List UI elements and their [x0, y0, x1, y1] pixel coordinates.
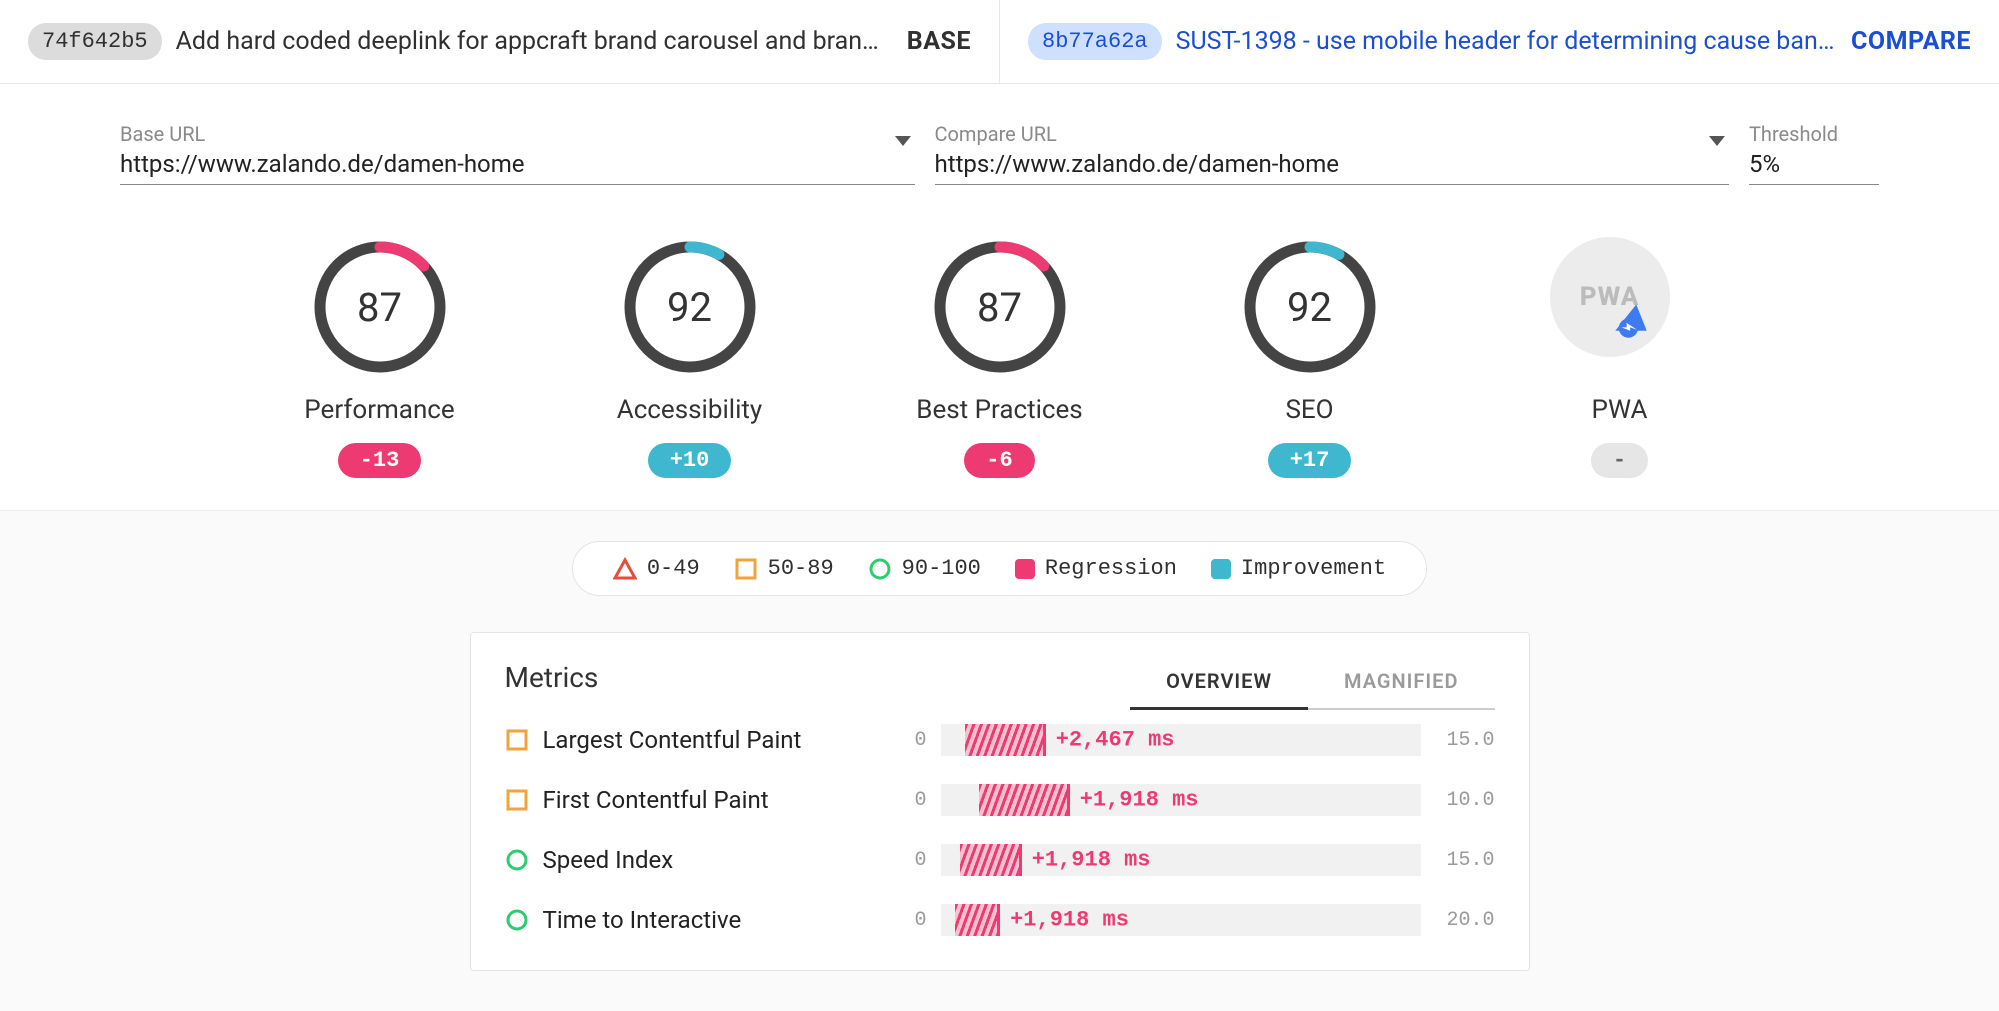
- url-row: Base URL https://www.zalando.de/damen-ho…: [0, 84, 1999, 197]
- metric-axis-min: 0: [867, 909, 927, 932]
- metric-rows: Largest Contentful Paint 0 +2,467 ms 15.0 Fi…: [505, 710, 1495, 950]
- compare-side: 8b77a62a SUST-1398 - use mobile header f…: [1000, 0, 1999, 83]
- gauge-ring: 87: [930, 237, 1070, 377]
- metric-row[interactable]: Largest Contentful Paint 0 +2,467 ms 15.0: [505, 710, 1495, 770]
- gauge-title: Performance: [304, 395, 454, 425]
- chevron-down-icon: [1709, 136, 1725, 146]
- metric-bar: +1,918 ms: [941, 904, 1421, 936]
- gauge-ring: 87: [310, 237, 450, 377]
- score-legend: 0-49 50-89 90-100 Regression Improvement: [572, 541, 1427, 596]
- threshold-label: Threshold: [1749, 122, 1879, 146]
- improvement-swatch-icon: [1211, 559, 1231, 579]
- gauge-delta: -: [1591, 443, 1648, 478]
- gauge-delta: -13: [338, 443, 422, 478]
- compare-role-label[interactable]: COMPARE: [1851, 27, 1971, 56]
- legend-improvement: Improvement: [1211, 556, 1386, 581]
- tab-overview[interactable]: OVERVIEW: [1130, 661, 1308, 710]
- gauge-ring: 92: [1240, 237, 1380, 377]
- chevron-down-icon: [895, 136, 911, 146]
- metrics-panel: Metrics OVERVIEW MAGNIFIED Largest Conte…: [470, 632, 1530, 971]
- gauge-title: SEO: [1285, 395, 1333, 425]
- legend-and-metrics: 0-49 50-89 90-100 Regression Improvement…: [0, 510, 1999, 1011]
- metric-row[interactable]: Speed Index 0 +1,918 ms 15.0: [505, 830, 1495, 890]
- metric-delta-label: +2,467 ms: [1056, 728, 1175, 753]
- base-commit-message: Add hard coded deeplink for appcraft bra…: [176, 27, 893, 56]
- compare-url-label: Compare URL: [935, 122, 1730, 146]
- compare-url-select[interactable]: Compare URL https://www.zalando.de/damen…: [935, 122, 1730, 185]
- gauge-title: Best Practices: [916, 395, 1082, 425]
- compare-topbar: 74f642b5 Add hard coded deeplink for app…: [0, 0, 1999, 84]
- compare-hash[interactable]: 8b77a62a: [1028, 23, 1162, 60]
- metric-diff-region: [960, 844, 1022, 876]
- metric-axis-max: 15.0: [1435, 729, 1495, 752]
- legend-good: 90-100: [868, 556, 981, 581]
- metric-delta-label: +1,918 ms: [1010, 908, 1129, 933]
- metric-axis-max: 20.0: [1435, 909, 1495, 932]
- gauge-seo[interactable]: 92 SEO +17: [1210, 237, 1410, 478]
- gauge-pwa[interactable]: PWA PWA -: [1520, 237, 1720, 478]
- compare-url-value: https://www.zalando.de/damen-home: [935, 150, 1730, 178]
- metric-axis-min: 0: [867, 729, 927, 752]
- gauge-ring: PWA: [1550, 237, 1690, 377]
- base-role-label: BASE: [907, 27, 971, 56]
- metric-delta-label: +1,918 ms: [1032, 848, 1151, 873]
- triangle-icon: [613, 557, 637, 581]
- gauge-a11y[interactable]: 92 Accessibility +10: [590, 237, 790, 478]
- gauge-score: 92: [1240, 237, 1380, 377]
- legend-mid: 50-89: [734, 556, 834, 581]
- bolt-icon: [1610, 301, 1652, 343]
- metric-axis-max: 15.0: [1435, 849, 1495, 872]
- metric-diff-region: [979, 784, 1070, 816]
- base-side: 74f642b5 Add hard coded deeplink for app…: [0, 0, 999, 83]
- grade-icon: [505, 848, 529, 872]
- gauge-performance[interactable]: 87 Performance -13: [280, 237, 480, 478]
- base-hash[interactable]: 74f642b5: [28, 23, 162, 60]
- metric-row[interactable]: Time to Interactive 0 +1,918 ms 20.0: [505, 890, 1495, 950]
- metric-name: First Contentful Paint: [543, 786, 853, 814]
- circle-icon: [868, 557, 892, 581]
- base-url-select[interactable]: Base URL https://www.zalando.de/damen-ho…: [120, 122, 915, 185]
- metric-diff-region: [955, 904, 1001, 936]
- gauge-score: 92: [620, 237, 760, 377]
- grade-icon: [505, 788, 529, 812]
- metric-name: Largest Contentful Paint: [543, 726, 853, 754]
- metric-name: Time to Interactive: [543, 906, 853, 934]
- gauge-score: 87: [310, 237, 450, 377]
- legend-regression: Regression: [1015, 556, 1177, 581]
- tab-magnified[interactable]: MAGNIFIED: [1308, 661, 1494, 710]
- gauge-delta: +10: [648, 443, 732, 478]
- base-url-label: Base URL: [120, 122, 915, 146]
- threshold-value: 5%: [1749, 150, 1879, 178]
- metric-delta-label: +1,918 ms: [1080, 788, 1199, 813]
- gauge-bp[interactable]: 87 Best Practices -6: [900, 237, 1100, 478]
- metric-axis-max: 10.0: [1435, 789, 1495, 812]
- metrics-tabs: OVERVIEW MAGNIFIED: [1130, 661, 1494, 710]
- metric-diff-region: [965, 724, 1047, 756]
- metric-bar: +1,918 ms: [941, 784, 1421, 816]
- pwa-badge-icon: PWA: [1550, 237, 1670, 357]
- score-gauges: 87 Performance -13 92 Accessibility +10 87 Best…: [0, 197, 1999, 510]
- gauge-delta: +17: [1268, 443, 1352, 478]
- grade-icon: [505, 908, 529, 932]
- regression-swatch-icon: [1015, 559, 1035, 579]
- metric-axis-min: 0: [867, 849, 927, 872]
- metric-row[interactable]: First Contentful Paint 0 +1,918 ms 10.0: [505, 770, 1495, 830]
- metric-bar: +1,918 ms: [941, 844, 1421, 876]
- metric-name: Speed Index: [543, 846, 853, 874]
- gauge-ring: 92: [620, 237, 760, 377]
- metric-axis-min: 0: [867, 789, 927, 812]
- threshold-field[interactable]: Threshold 5%: [1749, 122, 1879, 185]
- square-icon: [734, 557, 758, 581]
- metrics-title: Metrics: [505, 661, 599, 694]
- gauge-score: 87: [930, 237, 1070, 377]
- base-url-value: https://www.zalando.de/damen-home: [120, 150, 915, 178]
- metric-bar: +2,467 ms: [941, 724, 1421, 756]
- gauge-title: Accessibility: [617, 395, 763, 425]
- gauge-title: PWA: [1592, 395, 1648, 425]
- compare-commit-message: SUST-1398 - use mobile header for determ…: [1176, 27, 1837, 56]
- grade-icon: [505, 728, 529, 752]
- legend-bad: 0-49: [613, 556, 700, 581]
- gauge-delta: -6: [964, 443, 1034, 478]
